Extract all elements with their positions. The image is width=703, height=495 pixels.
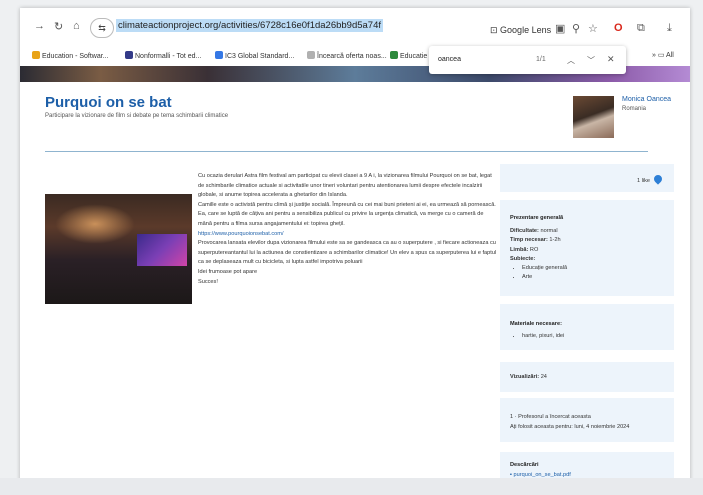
find-next-icon[interactable]: ﹀ (587, 55, 595, 66)
home-icon[interactable]: ⌂ (73, 20, 80, 32)
cinema-screen (137, 234, 187, 266)
tried-card: 1 · Profesorul a încercat aceasta Ați fo… (500, 398, 674, 442)
taskbar-strip (0, 478, 703, 495)
difficulty-label: Dificultate: (510, 228, 539, 235)
tried-count: 1 · Profesorul a încercat aceasta (510, 414, 591, 420)
back-icon[interactable]: → (34, 20, 45, 32)
paragraph: Idei frumoase pot apare (198, 268, 258, 275)
divider (45, 151, 648, 152)
downloads-heading: Descărcări (510, 462, 539, 468)
page-subtitle: Participare la vizionare de film si deba… (45, 113, 229, 119)
bookmark-item[interactable]: Educatie (390, 51, 427, 60)
address-bar-row: → ↻ ⌂ ⇆ climateactionproject.org/activit… (20, 8, 690, 46)
language-row: Limbă: RO (510, 246, 664, 255)
bookmark-label: Nonformalli - Tot ed... (135, 53, 202, 60)
reload-icon[interactable]: ↻ (54, 20, 63, 33)
bookmark-label: Încearcă oferta noas... (317, 53, 387, 60)
bookmark-label: Educatie (400, 53, 428, 60)
download-icon[interactable]: ⤓ (667, 22, 672, 35)
views-count: 24 (540, 374, 547, 380)
likes-count: 1 like (636, 178, 650, 184)
like-button[interactable]: 1 like (636, 173, 664, 185)
language-label: Limbă: (510, 246, 529, 253)
paragraph: Cu ocazia derulari Astra film festival a… (198, 173, 492, 199)
subjects-list: Educație generală Arte (510, 264, 664, 282)
find-bar: oancea 1/1 ︿ ﹀ ✕ (429, 46, 626, 74)
bookmark-item[interactable]: IC3 Global Standard... (215, 51, 294, 60)
find-close-icon[interactable]: ✕ (607, 54, 615, 65)
paragraph: Provocarea lansata elevilor dupa viziona… (198, 240, 497, 266)
zoom-icon[interactable]: ⚲ (572, 22, 580, 35)
bookmark-icon (215, 51, 223, 59)
author-country: Romania (622, 106, 647, 112)
site-info-icon[interactable]: ⇆ (90, 18, 114, 38)
difficulty-row: Dificultate: normal (510, 227, 664, 236)
all-bookmarks-button[interactable]: » ▭ All (652, 51, 674, 59)
extensions-icon[interactable]: ⧉ (637, 22, 645, 35)
bookmark-item[interactable]: Education - Softwar... (32, 51, 109, 60)
film-website-link[interactable]: https://www.pourquoionsebat.com/ (198, 230, 498, 240)
likes-card: 1 like (500, 164, 674, 192)
author-avatar[interactable] (573, 96, 614, 138)
activity-photo (45, 194, 192, 304)
theater-lights (55, 204, 135, 244)
overview-heading: Prezentare generală (510, 215, 564, 221)
activity-description: Cu ocazia derulari Astra film festival a… (198, 172, 498, 287)
bookmark-icon (32, 51, 40, 59)
difficulty-value: normal (540, 228, 558, 235)
time-row: Timp necesar: 1-2h (510, 236, 664, 245)
translate-icon[interactable]: ▣ (555, 22, 565, 35)
subject-item: Arte (522, 273, 664, 282)
material-item: hartie, pixuri, idei (522, 332, 664, 341)
subjects-label: Subiecte: (510, 255, 536, 262)
subject-item: Educație generală (522, 264, 664, 273)
activity-page: Purquoi on se bat Participare la viziona… (20, 82, 690, 486)
author-name-link[interactable]: Monica Oancea (622, 96, 671, 103)
tried-date: Ați folosit aceasta pentru: luni, 4 noie… (510, 424, 630, 430)
bookmark-icon (307, 51, 315, 59)
url-text[interactable]: climateactionproject.org/activities/6728… (116, 19, 384, 32)
bookmark-icon (390, 51, 398, 59)
language-value: RO (529, 246, 539, 253)
browser-window: → ↻ ⌂ ⇆ climateactionproject.org/activit… (20, 8, 690, 486)
opera-icon[interactable]: O (614, 22, 623, 34)
all-bookmarks-label: All (666, 52, 674, 59)
bookmark-item[interactable]: Încearcă oferta noas... (307, 51, 387, 60)
star-icon[interactable]: ☆ (588, 22, 598, 35)
find-count: 1/1 (536, 56, 546, 63)
paragraph: Succes! (198, 278, 218, 285)
time-label: Timp necesar: (510, 237, 548, 244)
find-prev-icon[interactable]: ︿ (567, 55, 575, 66)
materials-list: hartie, pixuri, idei (510, 332, 664, 341)
views-label: Vizualizări: (510, 374, 540, 380)
find-input[interactable]: oancea (438, 56, 461, 63)
page-title: Purquoi on se bat (45, 94, 172, 111)
bookmark-label: IC3 Global Standard... (225, 53, 295, 60)
google-lens-label: Google Lens (500, 25, 552, 35)
bookmark-icon (125, 51, 133, 59)
views-card: Vizualizări: 24 (500, 362, 674, 392)
bookmark-item[interactable]: Nonformalli - Tot ed... (125, 51, 201, 60)
overview-card: Prezentare generală Dificultate: normal … (500, 200, 674, 296)
paragraph: Camille este o activistă pentru climă și… (198, 201, 496, 227)
materials-card: Materiale necesare: hartie, pixuri, idei (500, 304, 674, 350)
materials-heading: Materiale necesare: (510, 321, 562, 327)
google-lens-button[interactable]: ⊡ Google Lens (490, 25, 551, 36)
time-value: 1-2h (549, 237, 561, 244)
bookmark-label: Education - Softwar... (42, 53, 109, 60)
heart-icon[interactable] (652, 173, 664, 185)
